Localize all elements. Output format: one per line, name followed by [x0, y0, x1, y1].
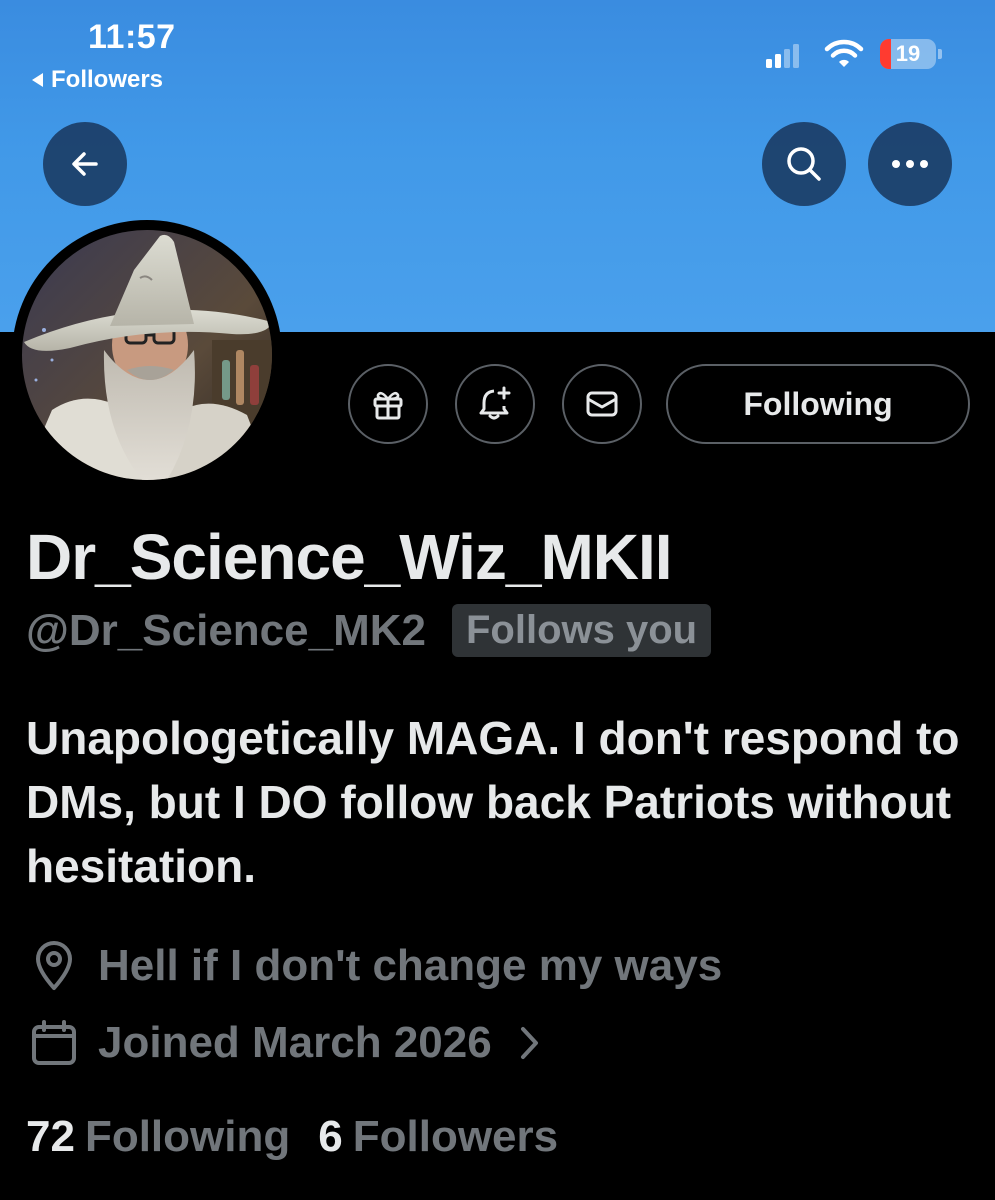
bell-plus-icon: [479, 386, 511, 420]
location-pin-icon: [36, 941, 72, 990]
cellular-signal-icon: [766, 42, 799, 68]
following-button[interactable]: Following: [666, 364, 970, 444]
chevron-right-icon: [520, 1027, 538, 1059]
notify-button[interactable]: [455, 364, 535, 444]
followers-count-link[interactable]: 6 Followers: [318, 1112, 558, 1162]
more-horizontal-icon: [892, 160, 928, 168]
calendar-icon: [32, 1020, 76, 1065]
search-icon: [787, 147, 821, 181]
joined-row[interactable]: Joined March 2026: [26, 1018, 544, 1068]
wizard-portrait: [22, 230, 272, 480]
more-button[interactable]: [868, 122, 952, 206]
following-label: Following: [84, 1112, 291, 1161]
followers-count: 6: [318, 1112, 343, 1161]
gift-button[interactable]: [348, 364, 428, 444]
profile-screen: 11:57 Followers 19 Following Dr_Science_…: [0, 0, 995, 1200]
location-text: Hell if I don't change my ways: [98, 941, 723, 990]
location-row: Hell if I don't change my ways: [26, 940, 722, 992]
following-count: 72: [26, 1112, 75, 1161]
joined-text: Joined March 2026: [98, 1018, 492, 1067]
status-back-label: Followers: [51, 66, 164, 93]
follow-counts: 72 Following 6 Followers: [26, 1112, 558, 1162]
message-button[interactable]: [562, 364, 642, 444]
status-back-to-app[interactable]: Followers: [32, 66, 163, 94]
gift-icon: [373, 391, 403, 420]
display-name: Dr_Science_Wiz_MKII: [26, 521, 673, 593]
battery-cap: [938, 49, 942, 59]
avatar-image: [22, 230, 272, 480]
search-button[interactable]: [762, 122, 846, 206]
battery-level: 19: [895, 41, 921, 66]
back-triangle-icon: [32, 73, 43, 87]
status-time: 11:57: [88, 18, 176, 56]
followers-label: Followers: [352, 1112, 559, 1161]
following-count-link[interactable]: 72 Following: [26, 1112, 290, 1162]
wifi-icon: [824, 39, 864, 67]
handle-row: @Dr_Science_MK2 Follows you: [26, 604, 712, 657]
bio: Unapologetically MAGA. I don't respond t…: [26, 712, 960, 892]
mail-icon: [586, 391, 618, 417]
arrow-left-icon: [72, 152, 98, 176]
battery-indicator: 19: [880, 39, 936, 69]
handle: @Dr_Science_MK2: [26, 605, 426, 655]
avatar[interactable]: [12, 220, 282, 490]
back-button[interactable]: [43, 122, 127, 206]
follows-you-badge: Follows you: [451, 604, 712, 657]
